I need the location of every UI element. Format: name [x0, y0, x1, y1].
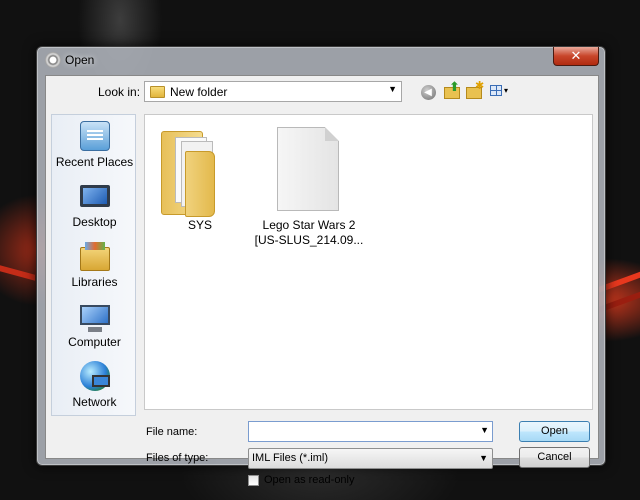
- wallpaper-detail: [0, 265, 35, 281]
- files-of-type-value: IML Files (*.iml): [252, 452, 328, 464]
- file-name-label: File name:: [146, 426, 198, 438]
- place-label: Recent Places: [55, 155, 134, 169]
- chevron-down-icon: ▼: [479, 453, 488, 463]
- place-recent-places[interactable]: Recent Places: [52, 121, 137, 179]
- chevron-down-icon: ▼: [388, 84, 397, 94]
- network-icon: [80, 361, 110, 391]
- view-menu-button[interactable]: ▾: [487, 81, 513, 101]
- chevron-down-icon: ▾: [504, 86, 509, 95]
- files-of-type-select[interactable]: IML Files (*.iml) ▼: [248, 448, 493, 469]
- up-one-level-button[interactable]: ⬆: [442, 79, 462, 101]
- checkbox-box[interactable]: [248, 475, 259, 486]
- look-in-dropdown[interactable]: New folder ▼: [144, 81, 402, 102]
- place-label: Network: [72, 395, 117, 409]
- chevron-down-icon[interactable]: ▼: [480, 425, 489, 435]
- view-grid-icon: [490, 85, 502, 96]
- file-name-line2: [US-SLUS_214.09...: [254, 233, 364, 247]
- window-title: Open: [65, 53, 95, 67]
- open-dialog: Open ✕ Look in: New folder ▼ ◀ ⬆ ✱ ▾ Rec…: [36, 46, 606, 486]
- file-name: SYS: [187, 218, 212, 232]
- up-arrow-icon: ⬆: [449, 79, 460, 94]
- file-name-field[interactable]: ▼: [248, 421, 493, 442]
- open-button[interactable]: Open: [519, 421, 590, 442]
- new-folder-button[interactable]: ✱: [464, 81, 484, 101]
- place-label: Computer: [68, 335, 121, 349]
- file-item-folder[interactable]: SYS: [145, 115, 255, 265]
- place-network[interactable]: Network: [52, 361, 137, 419]
- file-list[interactable]: SYS Lego Star Wars 2 [US-SLUS_214.09...: [144, 114, 593, 410]
- back-arrow-icon: ◀: [420, 85, 436, 100]
- folder-icon: [150, 86, 165, 98]
- place-label: Libraries: [71, 275, 118, 289]
- files-of-type-label: Files of type:: [146, 452, 209, 464]
- sparkle-icon: ✱: [475, 80, 485, 92]
- computer-icon: [80, 305, 110, 332]
- file-name-line1: Lego Star Wars 2: [262, 218, 356, 232]
- place-label: Desktop: [72, 215, 117, 229]
- file-name-input[interactable]: [251, 423, 471, 439]
- cancel-button[interactable]: Cancel: [519, 447, 590, 468]
- file-item-document[interactable]: Lego Star Wars 2 [US-SLUS_214.09...: [249, 115, 369, 265]
- place-computer[interactable]: Computer: [52, 301, 137, 359]
- title-bar[interactable]: Open ✕: [37, 47, 605, 73]
- libraries-icon: [80, 242, 110, 271]
- recent-places-icon: [80, 121, 110, 151]
- close-button[interactable]: ✕: [553, 47, 599, 66]
- place-desktop[interactable]: Desktop: [52, 181, 137, 239]
- desktop-icon: [80, 185, 110, 207]
- look-in-label: Look in:: [98, 85, 141, 99]
- file-name: Lego Star Wars 2 [US-SLUS_214.09...: [249, 218, 369, 248]
- document-icon: [277, 127, 339, 211]
- back-button[interactable]: ◀: [418, 81, 438, 101]
- folder-icon: [161, 127, 215, 217]
- read-only-label: Open as read-only: [264, 474, 355, 486]
- dialog-body: Look in: New folder ▼ ◀ ⬆ ✱ ▾ Recent Pla…: [45, 75, 599, 486]
- look-in-value: New folder: [170, 85, 228, 99]
- place-libraries[interactable]: Libraries: [52, 241, 137, 299]
- disc-icon: [45, 52, 61, 68]
- places-bar: Recent Places Desktop Libraries Computer…: [51, 114, 136, 416]
